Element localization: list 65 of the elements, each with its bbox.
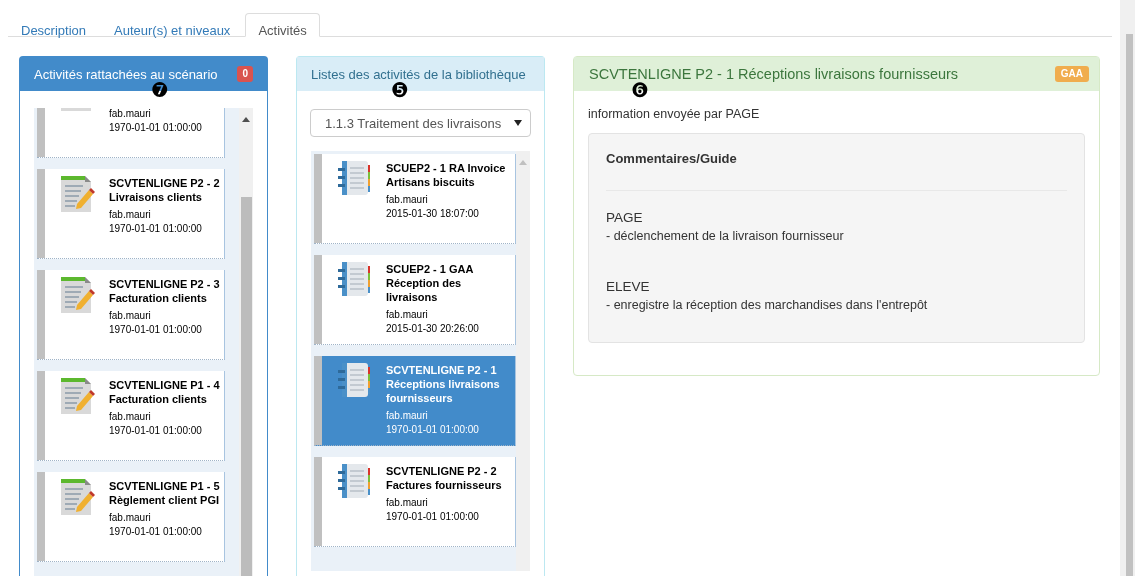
activity-card[interactable]: SCVTENLIGNE P2 - 2 Factures fournisseurs fab.mauri 1970-01-01 01:00:00 xyxy=(314,457,516,547)
tab[interactable]: Auteur(s) et niveaux xyxy=(101,13,244,36)
activity-card[interactable]: SCUEP2 - 1 RA Invoice Artisans biscuits fab.mauri 2015-01-30 18:07:00 xyxy=(314,154,516,244)
activity-date: 1970-01-01 01:00:00 xyxy=(386,423,480,437)
activity-author: fab.mauri xyxy=(386,193,429,207)
count-badge: 0 xyxy=(237,66,253,82)
activity-title: SCVTENLIGNE P2 - 2 Factures fournisseurs xyxy=(386,464,503,492)
activity-title: SCVTENLIGNE P2 - 2 Livraisons clients xyxy=(109,176,221,204)
activity-date: 1970-01-01 01:00:00 xyxy=(109,222,203,236)
activity-title: SCVTENLIGNE P1 - 4 Facturation clients xyxy=(109,378,221,406)
panel-title: Activités rattachées au scénario xyxy=(34,66,218,82)
role-text: - enregistre la réception des marchandises dans l'entrepôt xyxy=(606,297,929,314)
activity-card[interactable]: SCVTENLIGNE P2 - 1 Réceptions livraisons fournisseurs fab.mauri 1970-01-01 01:00:00 xyxy=(314,356,516,446)
document-pencil-icon xyxy=(59,376,95,414)
activity-date: 2015-01-30 18:07:00 xyxy=(386,207,480,221)
info-text: information envoyée par PAGE xyxy=(588,107,761,121)
notebook-icon xyxy=(336,260,372,298)
activity-date: 1970-01-01 01:00:00 xyxy=(109,121,203,135)
document-pencil-icon xyxy=(59,477,95,515)
activity-author: fab.mauri xyxy=(386,496,429,510)
panel-title: Listes des activités de la bibliothèque xyxy=(311,66,526,82)
role-text: - déclenchement de la livraison fournisseur xyxy=(606,228,845,245)
activity-author: fab.mauri xyxy=(109,410,152,424)
activity-date: 1970-01-01 01:00:00 xyxy=(109,525,203,539)
activity-title: SCVTENLIGNE P2 - 3 Facturation clients xyxy=(109,277,221,305)
tab[interactable]: Activités xyxy=(245,13,320,37)
caret-icon xyxy=(514,120,522,126)
scrollbar[interactable] xyxy=(1120,0,1135,576)
callout-number: ❻ xyxy=(631,80,649,100)
guide-heading: Commentaires/Guide xyxy=(606,151,738,166)
activity-author: fab.mauri xyxy=(386,308,429,322)
activity-author: fab.mauri xyxy=(386,409,429,423)
role-heading: ELEVE xyxy=(606,278,651,296)
activity-author: fab.mauri xyxy=(109,208,152,222)
activity-title: SCVTENLIGNE P2 - 1 Réceptions livraisons fournisseurs xyxy=(386,363,501,405)
activity-card[interactable]: SCVTENLIGNE P1 - 5 Règlement client PGI fab.mauri 1970-01-01 01:00:00 xyxy=(37,472,225,562)
scrollbar[interactable] xyxy=(239,108,253,576)
activity-author: fab.mauri xyxy=(109,511,152,525)
activity-card[interactable]: fab.mauri 1970-01-01 01:00:00 xyxy=(37,108,225,158)
activity-card[interactable]: SCVTENLIGNE P1 - 4 Facturation clients fab.mauri 1970-01-01 01:00:00 xyxy=(37,371,225,461)
activity-title: SCVTENLIGNE P1 - 5 Règlement client PGI xyxy=(109,479,221,507)
scrollbar[interactable] xyxy=(516,151,530,571)
activity-title: SCUEP2 - 1 GAA Réception des livraisons xyxy=(386,262,474,304)
notebook-icon xyxy=(336,361,372,399)
activity-title: SCUEP2 - 1 RA Invoice Artisans biscuits xyxy=(386,161,507,189)
activity-author: fab.mauri xyxy=(109,108,152,121)
activity-card[interactable]: SCVTENLIGNE P2 - 3 Facturation clients fab.mauri 1970-01-01 01:00:00 xyxy=(37,270,225,360)
category-badge: GAA xyxy=(1054,66,1089,82)
tab[interactable]: Description xyxy=(8,13,100,36)
activity-author: fab.mauri xyxy=(109,309,152,323)
callout-number: ❺ xyxy=(391,80,409,100)
activity-card[interactable]: SCUEP2 - 1 GAA Réception des livraisons fab.mauri 2015-01-30 20:26:00 xyxy=(314,255,516,345)
document-pencil-icon xyxy=(59,174,95,212)
activity-date: 1970-01-01 01:00:00 xyxy=(386,510,480,524)
role-heading: PAGE xyxy=(606,209,644,227)
activity-date: 1970-01-01 01:00:00 xyxy=(109,323,203,337)
category-dropdown[interactable]: 1.1.3 Traitement des livraisons xyxy=(310,109,531,137)
activity-date: 2015-01-30 20:26:00 xyxy=(386,322,480,336)
panel-title: SCVTENLIGNE P2 - 1 Réceptions livraisons fournisseurs xyxy=(589,66,959,82)
activity-card[interactable]: SCVTENLIGNE P2 - 2 Livraisons clients fab.mauri 1970-01-01 01:00:00 xyxy=(37,169,225,259)
notebook-icon xyxy=(336,462,372,500)
notebook-icon xyxy=(336,159,372,197)
callout-number: ❼ xyxy=(151,80,169,100)
document-pencil-icon xyxy=(59,275,95,313)
activity-date: 1970-01-01 01:00:00 xyxy=(109,424,203,438)
